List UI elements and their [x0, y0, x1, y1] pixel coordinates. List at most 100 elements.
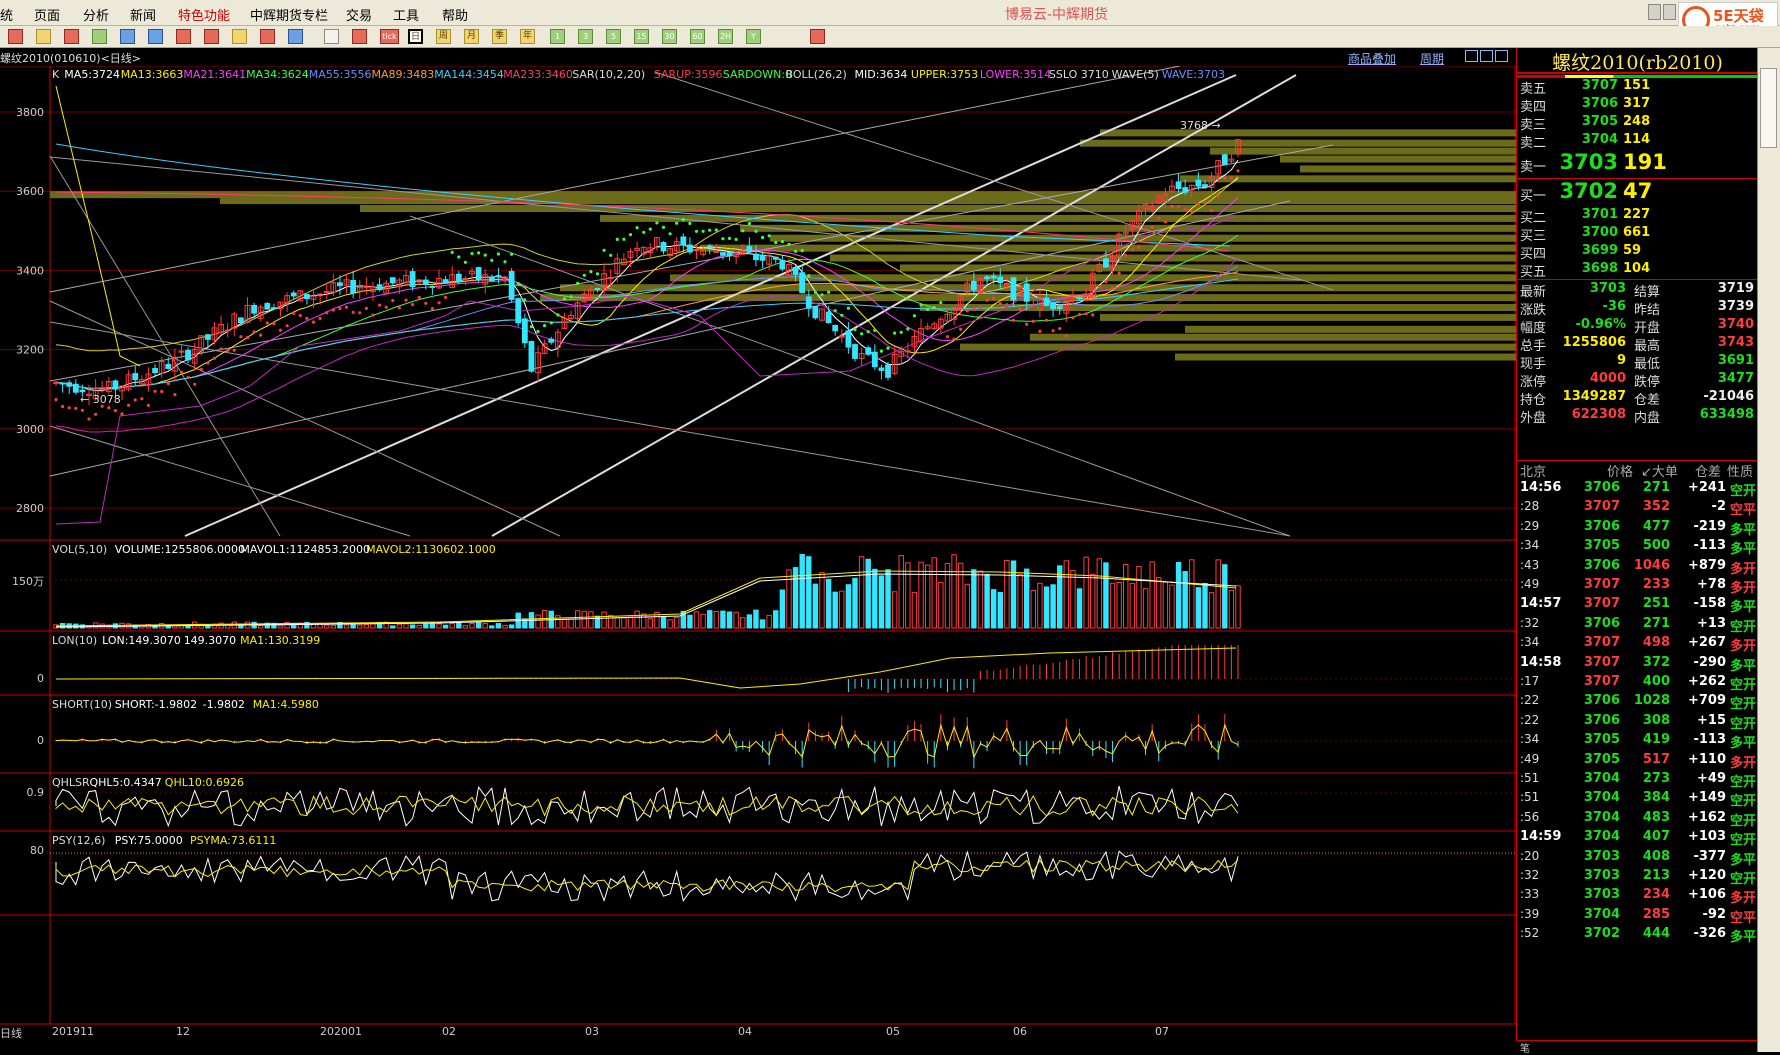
tick-nature: 多平 — [1729, 522, 1756, 538]
tick-nature: 空开 — [1729, 833, 1756, 849]
period-quarter-button[interactable]: 季 — [492, 29, 507, 44]
tick-row[interactable]: :39 3704 285 -92 空平 — [1517, 907, 1758, 927]
tick-row[interactable]: 14:59 3704 407 +103 空开 — [1517, 829, 1758, 849]
volume-bar — [1017, 573, 1023, 629]
news-icon[interactable] — [288, 29, 303, 44]
folder-icon[interactable] — [36, 29, 51, 44]
period-5m-button[interactable]: 5 — [606, 29, 621, 44]
sar-dot — [186, 375, 190, 379]
menu-trade[interactable]: 交易 — [346, 5, 372, 24]
tick-row[interactable]: :34 3705 500 -113 多平 — [1517, 538, 1758, 558]
sar-dot — [1077, 312, 1082, 316]
ask-level-2[interactable]: 卖四 3706 317 — [1517, 96, 1758, 115]
tick-row[interactable]: :20 3703 408 -377 多平 — [1517, 849, 1758, 869]
commodity-overlay-link[interactable]: 商品叠加 — [1348, 50, 1396, 67]
bid-level-4[interactable]: 买四 3699 59 — [1517, 243, 1758, 262]
zoom-in-icon[interactable] — [120, 29, 135, 44]
menu-tools[interactable]: 工具 — [393, 5, 419, 24]
period-15m-button[interactable]: 15 — [634, 29, 649, 44]
period-60m-button[interactable]: 60 — [690, 29, 705, 44]
period-link[interactable]: 周期 — [1420, 50, 1444, 67]
layout-toggle-icon[interactable] — [1480, 50, 1493, 62]
period-month-button[interactable]: 月 — [464, 29, 479, 44]
tick-row[interactable]: 14:57 3707 251 -158 多平 — [1517, 596, 1758, 616]
tick-row[interactable]: :34 3707 498 +267 多开 — [1517, 635, 1758, 655]
period-day-button[interactable]: 日 — [408, 29, 423, 44]
period-year-button[interactable]: 年 — [520, 29, 535, 44]
stat-value: 1349287 — [1562, 389, 1626, 404]
tick-row[interactable]: :28 3707 352 -2 空平 — [1517, 499, 1758, 519]
period-2h-button[interactable]: 2H — [718, 29, 733, 44]
tab-trades[interactable]: 笔 — [1520, 1040, 1530, 1055]
tick-row[interactable]: :32 3706 271 +13 空开 — [1517, 616, 1758, 636]
ask-level-3[interactable]: 卖三 3705 248 — [1517, 114, 1758, 133]
tick-row[interactable]: :22 3706 308 +15 空开 — [1517, 713, 1758, 733]
period-week-button[interactable]: 周 — [436, 29, 451, 44]
tick-row[interactable]: :52 3702 444 -326 多平 — [1517, 926, 1758, 946]
tick-price: 3706 — [1583, 518, 1620, 534]
period-30m-button[interactable]: 30 — [662, 29, 677, 44]
draw-icon[interactable] — [176, 29, 191, 44]
tick-row[interactable]: :17 3707 400 +262 空开 — [1517, 674, 1758, 694]
pen-icon[interactable] — [204, 29, 219, 44]
menu-zhonghui-column[interactable]: 中辉期货专栏 — [250, 5, 328, 24]
quote-icon[interactable] — [64, 29, 79, 44]
tick-row[interactable]: :56 3704 483 +162 空开 — [1517, 810, 1758, 830]
period-custom-button[interactable]: Y — [746, 29, 761, 44]
tick-row[interactable]: :33 3703 234 +106 多开 — [1517, 887, 1758, 907]
calendar-icon[interactable] — [810, 29, 825, 44]
bid-level-3[interactable]: 买三 3700 661 — [1517, 225, 1758, 244]
refresh-icon[interactable] — [92, 29, 107, 44]
tick-row[interactable]: 14:58 3707 372 -290 多平 — [1517, 655, 1758, 675]
sar-dot — [562, 297, 567, 301]
volume-bar — [799, 553, 805, 629]
zoom-out-icon[interactable] — [148, 29, 163, 44]
tick-row[interactable]: :51 3704 273 +49 空开 — [1517, 771, 1758, 791]
minimize-icon[interactable] — [1648, 4, 1661, 20]
restore-icon[interactable] — [1663, 4, 1676, 20]
list-icon[interactable] — [324, 29, 339, 44]
ask-level-4[interactable]: 卖二 3704 114 — [1517, 132, 1758, 151]
contract-title[interactable]: 螺纹2010(rb2010) — [1517, 48, 1758, 74]
level-price: 3707 — [1581, 78, 1618, 93]
bid-level-2[interactable]: 买二 3701 227 — [1517, 207, 1758, 226]
kline-chart[interactable]: 3800 3600 3400 3200 3000 2800 150万 0 0 0.9 80 K MA5:… — [0, 66, 1516, 1040]
candle-body — [779, 260, 786, 270]
tick-row[interactable]: :43 3706 1046 +879 多开 — [1517, 558, 1758, 578]
menu-features[interactable]: 特色功能 — [178, 5, 230, 24]
tick-row[interactable]: 14:56 3706 271 +241 空开 — [1517, 480, 1758, 500]
tick-row[interactable]: :49 3705 517 +110 多开 — [1517, 752, 1758, 772]
brush-icon[interactable] — [232, 29, 247, 44]
volume-bar — [806, 556, 812, 629]
menu-news[interactable]: 新闻 — [130, 5, 156, 24]
candle-body — [997, 276, 1004, 284]
tick-row[interactable]: :51 3704 384 +149 空开 — [1517, 790, 1758, 810]
volume-bar — [363, 624, 370, 629]
menu-analysis[interactable]: 分析 — [83, 5, 109, 24]
volume-bar — [1010, 560, 1017, 629]
ask-level-1[interactable]: 卖五 3707 151 — [1517, 78, 1758, 97]
pin-icon[interactable] — [260, 29, 275, 44]
bid-level-1[interactable]: 买一 3702 47 — [1517, 179, 1758, 207]
tick-row[interactable]: :22 3706 1028 +709 空开 — [1517, 693, 1758, 713]
tick-col-diff: 仓差 — [1695, 465, 1722, 480]
menu-help[interactable]: 帮助 — [442, 5, 468, 24]
home-icon[interactable] — [8, 29, 23, 44]
candle-body — [885, 364, 891, 378]
tick-button[interactable]: tick — [380, 29, 399, 44]
layout-split-icon[interactable] — [1465, 50, 1478, 62]
sidebar-tab[interactable] — [1760, 68, 1777, 148]
menu-system[interactable]: 统 — [0, 5, 13, 24]
trend-line — [49, 300, 561, 537]
tick-row[interactable]: :34 3705 419 -113 多平 — [1517, 732, 1758, 752]
period-1m-button[interactable]: 1 — [550, 29, 565, 44]
bid-level-5[interactable]: 买五 3698 104 — [1517, 261, 1758, 280]
tick-row[interactable]: :29 3706 477 -219 多平 — [1517, 519, 1758, 539]
ask-level-5[interactable]: 卖一 3703 191 — [1517, 150, 1758, 178]
maximize-icon[interactable] — [1495, 50, 1508, 62]
tick-row[interactable]: :32 3703 213 +120 空开 — [1517, 868, 1758, 888]
line-chart-icon[interactable] — [352, 29, 367, 44]
period-3m-button[interactable]: 3 — [578, 29, 593, 44]
tick-row[interactable]: :49 3707 233 +78 多开 — [1517, 577, 1758, 597]
menu-page[interactable]: 页面 — [34, 5, 60, 24]
